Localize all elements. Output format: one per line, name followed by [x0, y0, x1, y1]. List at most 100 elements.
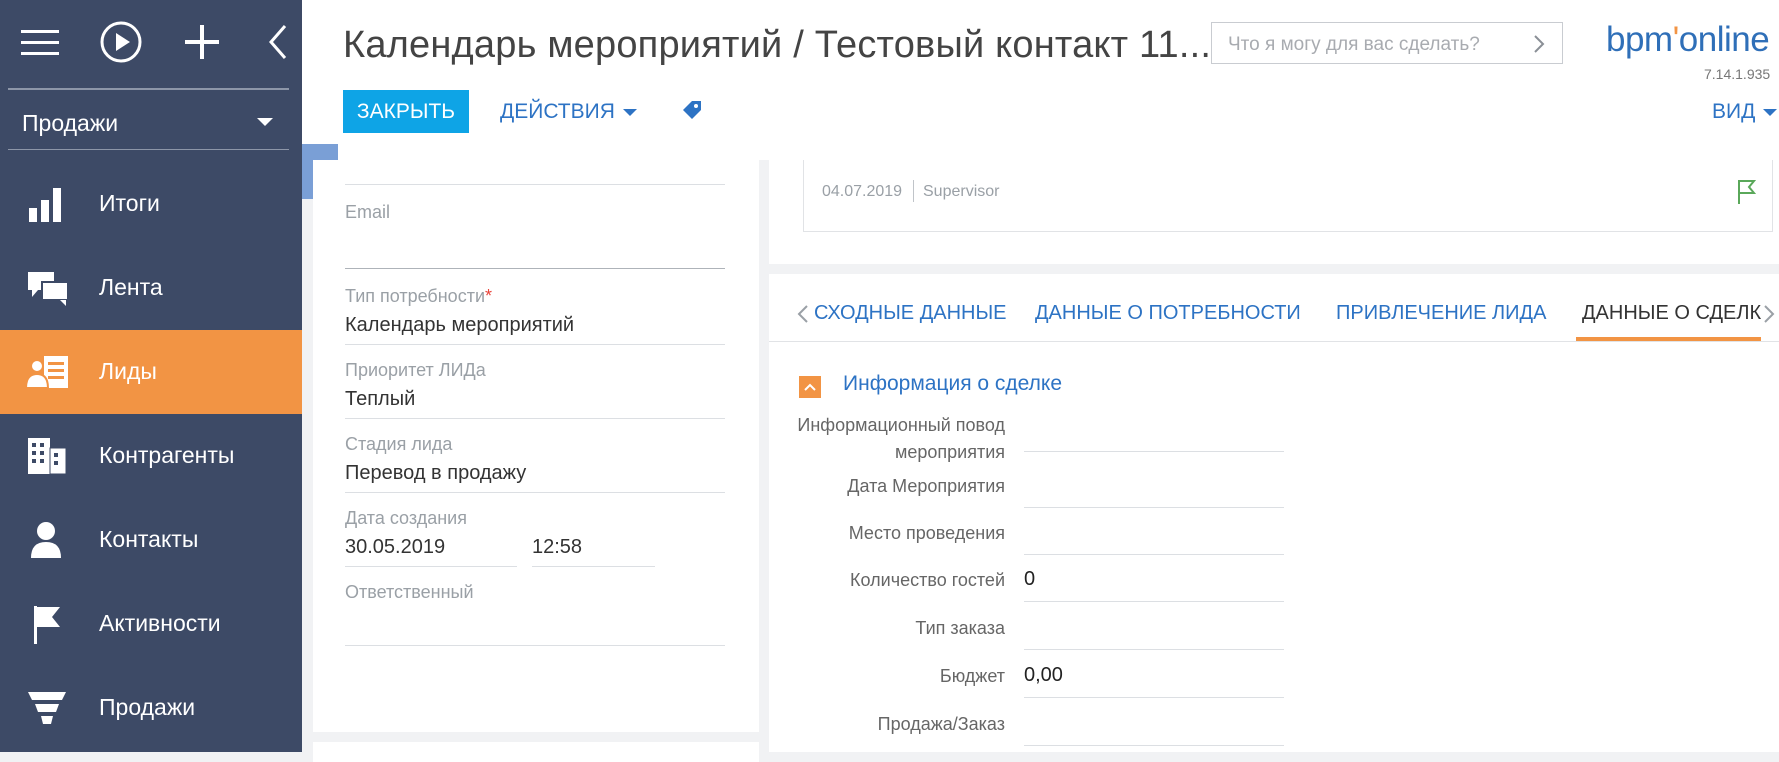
order-type-field[interactable] [1024, 615, 1284, 643]
event-date-field[interactable] [1024, 473, 1284, 501]
owner-field[interactable] [345, 610, 725, 638]
chat-bubbles-icon [26, 268, 70, 308]
actions-label: ДЕЙСТВИЯ [500, 100, 615, 123]
page-title: Календарь мероприятий / Тестовый контакт… [343, 24, 1212, 66]
collapse-back-icon[interactable] [255, 18, 303, 66]
email-label: Email [345, 202, 391, 222]
field-divider [1024, 697, 1284, 698]
need-type-label: Тип потребности* [345, 286, 493, 306]
tab-source-data[interactable]: СХОДНЫЕ ДАННЫЕ [814, 302, 1007, 325]
event-date-label: Дата Мероприятия [847, 476, 1005, 496]
plus-add-icon[interactable] [178, 18, 226, 66]
field-divider [1024, 451, 1284, 452]
budget-label: Бюджет [939, 666, 1005, 686]
bar-chart-icon [26, 184, 70, 224]
flag-icon[interactable] [1736, 178, 1757, 211]
field-divider [345, 492, 725, 493]
lead-profile-panel: Email Тип потребности* Календарь меропри… [313, 160, 759, 732]
person-icon [26, 520, 70, 560]
search-placeholder: Что я могу для вас сделать? [1228, 34, 1480, 55]
activity-user: Supervisor [923, 183, 1000, 200]
need-type-field[interactable]: Календарь мероприятий [345, 314, 574, 337]
main-area: Календарь мероприятий / Тестовый контакт… [302, 0, 1779, 762]
field-divider [345, 344, 725, 345]
field-divider [1024, 554, 1284, 555]
stage-label: Стадия лида [345, 434, 453, 454]
sale-order-field[interactable] [1024, 711, 1284, 739]
field-label-wrap: Дата Мероприятия [769, 473, 1005, 503]
field-divider [1024, 649, 1284, 650]
field-label-wrap: Место проведения [769, 520, 1005, 550]
sidebar-item-contacts[interactable]: Контакты [0, 498, 302, 582]
created-time-field[interactable]: 12:58 [532, 536, 582, 559]
active-tab-underline [1576, 337, 1761, 341]
sidebar-item-label: Лиды [99, 358, 157, 384]
group-title[interactable]: Информация о сделке [843, 372, 1062, 396]
sidebar-item-label: Лента [99, 274, 163, 300]
sidebar-item-label: Продажи [99, 694, 196, 720]
workplace-selector[interactable]: Продажи [0, 100, 302, 148]
sidebar-divider [8, 88, 289, 90]
tab-lead-acquisition[interactable]: ПРИВЛЕЧЕНИЕ ЛИДА [1336, 302, 1546, 325]
budget-field[interactable]: 0,00 [1024, 664, 1063, 687]
details-panel: СХОДНЫЕ ДАННЫЕ ДАННЫЕ О ПОТРЕБНОСТИ ПРИВ… [769, 274, 1779, 752]
guests-field[interactable]: 0 [1024, 568, 1035, 591]
sidebar-item-label: Итоги [99, 190, 160, 216]
created-label: Дата создания [345, 508, 467, 528]
hamburger-menu-icon[interactable] [16, 18, 64, 66]
event-reason-label: Информационный повод мероприятия [797, 415, 1005, 462]
view-label: ВИД [1712, 100, 1756, 123]
field-divider [345, 645, 725, 646]
field-divider [1024, 507, 1284, 508]
stage-field[interactable]: Перевод в продажу [345, 462, 526, 485]
required-marker: * [485, 286, 493, 306]
sidebar-item-leads[interactable]: Лиды [0, 330, 302, 414]
sale-order-label: Продажа/Заказ [877, 714, 1005, 734]
actions-dropdown-button[interactable]: ДЕЙСТВИЯ [500, 100, 637, 124]
event-reason-field[interactable] [1024, 422, 1284, 450]
field-divider [345, 418, 725, 419]
chevron-right-icon[interactable] [1763, 304, 1775, 329]
app-version: 7.14.1.935 [1704, 66, 1771, 82]
sidebar: Продажи Итоги Лента Лиды Контрагенты Кон… [0, 0, 302, 752]
building-icon [26, 436, 70, 476]
chevron-down-icon [622, 108, 637, 116]
workplace-label: Продажи [22, 110, 119, 136]
sidebar-item-sales[interactable]: Продажи [0, 666, 302, 750]
activity-timeline: 04.07.2019 Supervisor [769, 160, 1779, 264]
created-date-field[interactable]: 30.05.2019 [345, 536, 445, 559]
tab-need-data[interactable]: ДАННЫЕ О ПОТРЕБНОСТИ [1035, 302, 1301, 325]
chevron-left-icon[interactable] [797, 304, 809, 329]
field-label-wrap: Количество гостей [769, 567, 1005, 597]
close-button[interactable]: ЗАКРЫТЬ [343, 90, 469, 133]
sidebar-item-activities[interactable]: Активности [0, 582, 302, 666]
command-search-input[interactable]: Что я могу для вас сделать? [1211, 22, 1563, 64]
field-divider [345, 268, 725, 269]
activity-card[interactable]: 04.07.2019 Supervisor [803, 160, 1773, 232]
sidebar-item-lenta[interactable]: Лента [0, 246, 302, 330]
field-divider [532, 566, 655, 567]
funnel-icon [26, 688, 70, 728]
venue-field[interactable] [1024, 520, 1284, 548]
tag-icon[interactable] [680, 98, 704, 127]
email-field[interactable] [345, 228, 725, 258]
brand-logo: bpm'online [1606, 20, 1770, 59]
priority-field[interactable]: Теплый [345, 388, 415, 411]
sidebar-item-label: Активности [99, 610, 221, 636]
tab-deal-data[interactable]: ДАННЫЕ О СДЕЛКЕ [1582, 302, 1762, 325]
chevron-down-icon [1763, 108, 1778, 116]
field-label-wrap: Тип заказа [769, 615, 1005, 645]
field-label-wrap: Продажа/Заказ [769, 711, 1005, 741]
chevron-up-icon[interactable] [799, 376, 821, 398]
view-dropdown-button[interactable]: ВИД [1712, 100, 1778, 124]
chevron-right-icon[interactable] [1532, 34, 1546, 59]
order-type-label: Тип заказа [915, 618, 1005, 638]
sidebar-item-accounts[interactable]: Контрагенты [0, 414, 302, 498]
sidebar-item-label: Контрагенты [99, 442, 235, 468]
activity-date: 04.07.2019 [822, 183, 903, 200]
sidebar-item-itogi[interactable]: Итоги [0, 162, 302, 246]
play-process-icon[interactable] [97, 18, 145, 66]
sidebar-item-label: Контакты [99, 526, 199, 552]
field-divider [345, 566, 517, 567]
workplace-underline [8, 149, 289, 150]
